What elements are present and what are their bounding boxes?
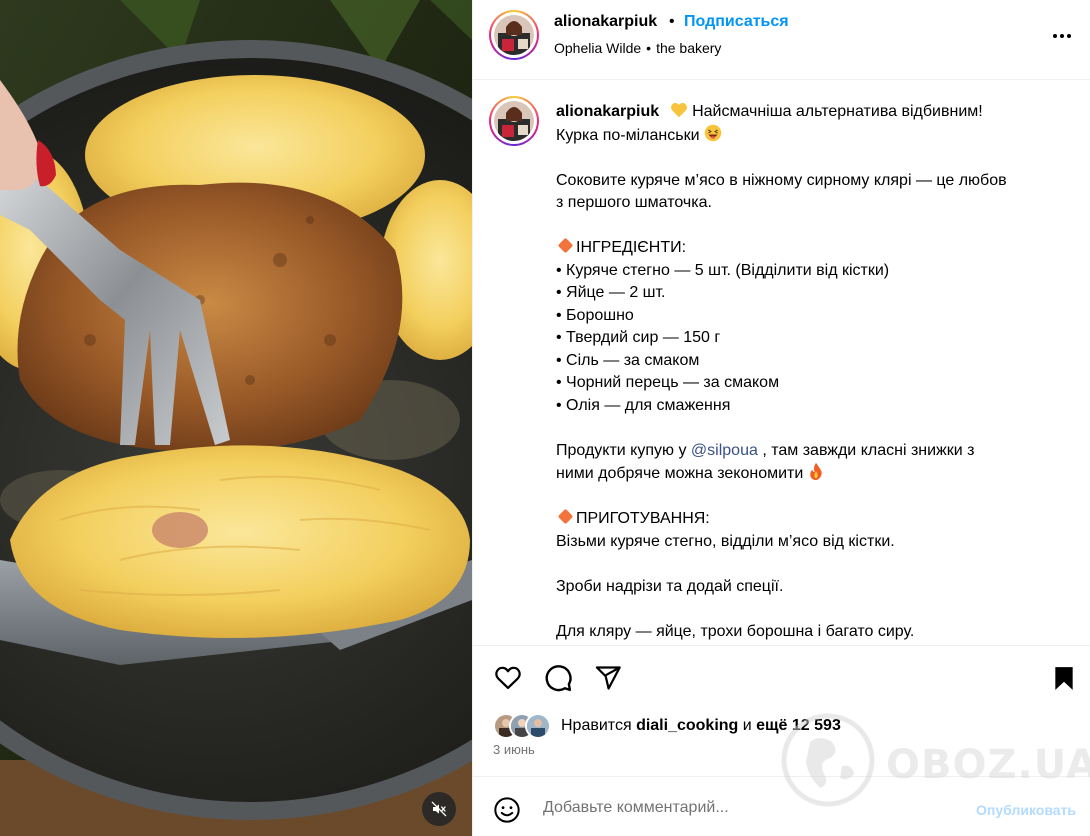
caption-headline: Найсмачніша альтернатива відбивним! bbox=[692, 103, 983, 120]
products-text-after: , там завжди класні знижки з bbox=[762, 441, 975, 459]
yellow-heart-icon bbox=[670, 102, 687, 118]
emoji-smile-icon bbox=[494, 797, 520, 823]
method-step: Візьми куряче стегно, відділи м’ясо від … bbox=[556, 532, 895, 550]
avatar-image bbox=[494, 15, 534, 55]
post-comment-button[interactable]: Опубликовать bbox=[976, 802, 1076, 818]
emoji-picker-button[interactable] bbox=[493, 796, 521, 824]
share-icon bbox=[595, 666, 621, 690]
like-button[interactable] bbox=[493, 663, 523, 693]
ingredient-item: • Куряче стегно — 5 шт. (Відділити від к… bbox=[556, 261, 890, 279]
author-username[interactable]: alionakarpiuk bbox=[554, 13, 657, 31]
likes-count[interactable]: ещё 12 593 bbox=[756, 717, 841, 734]
save-button[interactable] bbox=[1049, 663, 1079, 693]
post-date[interactable]: 3 июнь bbox=[493, 742, 535, 757]
food-photo bbox=[0, 0, 472, 836]
fire-icon bbox=[810, 462, 822, 480]
caption-intro-1: Соковите куряче м’ясо в ніжному сирному … bbox=[556, 171, 1007, 189]
ingredient-item: • Сіль — за смаком bbox=[556, 351, 700, 369]
audio-artist[interactable]: Ophelia Wilde bbox=[554, 40, 641, 56]
audio-info[interactable]: Ophelia Wilde • the bakery bbox=[554, 40, 721, 56]
comment-icon bbox=[545, 665, 572, 692]
post-caption: alionakarpiuk Найсмачніша альтернатива в… bbox=[473, 80, 1090, 645]
method-title-text: ПРИГОТУВАННЯ: bbox=[576, 510, 710, 527]
method-title: ПРИГОТУВАННЯ: bbox=[556, 508, 1036, 531]
follow-button[interactable]: Подписаться bbox=[684, 13, 789, 31]
liker-avatar bbox=[525, 713, 551, 739]
ingredient-item: • Олія — для смаження bbox=[556, 396, 731, 414]
post-media-video[interactable] bbox=[0, 0, 472, 836]
caption-dish-line: Курка по-міланськи bbox=[556, 124, 1036, 148]
more-options-button[interactable] bbox=[1050, 24, 1074, 48]
liker-username[interactable]: diali_cooking bbox=[636, 717, 738, 734]
laughing-face-icon bbox=[704, 124, 722, 141]
ingredients-title: ІНГРЕДІЄНТИ: bbox=[556, 237, 1036, 260]
ingredient-item: • Твердий сир — 150 г bbox=[556, 329, 721, 346]
action-bar bbox=[473, 645, 1090, 709]
more-horizontal-icon bbox=[1053, 34, 1071, 38]
method-step: Зроби надрізи та додай спеції. bbox=[556, 577, 784, 595]
avatar-image bbox=[494, 101, 534, 141]
ingredient-item: • Борошно bbox=[556, 306, 634, 324]
likes-prefix: Нравится bbox=[561, 717, 632, 734]
likes-text: Нравится diali_cooking и ещё 12 593 bbox=[561, 717, 841, 735]
ingredient-item: • Яйце — 2 шт. bbox=[556, 284, 666, 301]
method-step: Для кляру — яйце, трохи борошна і багато… bbox=[556, 622, 915, 640]
caption-author-avatar[interactable] bbox=[489, 96, 539, 146]
orange-diamond-icon bbox=[557, 508, 574, 525]
speaker-muted-icon bbox=[431, 801, 447, 817]
comment-button[interactable] bbox=[543, 663, 573, 693]
audio-separator: • bbox=[646, 40, 652, 56]
author-avatar[interactable] bbox=[489, 10, 539, 60]
post-header: alionakarpiuk • Подписаться Ophelia Wild… bbox=[473, 0, 1090, 80]
instagram-post-view: alionakarpiuk • Подписаться Ophelia Wild… bbox=[0, 0, 1090, 836]
caption-products-line: Продукти купую у @silpoua , там завжди к… bbox=[556, 440, 1036, 463]
likes-summary[interactable]: Нравится diali_cooking и ещё 12 593 bbox=[493, 712, 841, 740]
bookmark-icon bbox=[1055, 667, 1073, 690]
products-text-before: Продукти купую у bbox=[556, 441, 687, 459]
caption-first-line: alionakarpiuk Найсмачніша альтернатива в… bbox=[556, 101, 1036, 124]
caption-text: alionakarpiuk Найсмачніша альтернатива в… bbox=[556, 101, 1036, 643]
separator-dot: • bbox=[669, 13, 675, 30]
products-text-line2: ними добряче можна зекономити bbox=[556, 465, 804, 482]
caption-products-line-2: ними добряче можна зекономити bbox=[556, 462, 1036, 486]
likes-conjunction: и bbox=[742, 717, 752, 734]
post-details-panel: alionakarpiuk • Подписаться Ophelia Wild… bbox=[472, 0, 1090, 836]
orange-diamond-icon bbox=[557, 237, 574, 254]
share-button[interactable] bbox=[593, 663, 623, 693]
ingredient-item: • Чорний перець — за смаком bbox=[556, 374, 780, 391]
caption-dish-name: Курка по-міланськи bbox=[556, 126, 700, 144]
ingredients-title-text: ІНГРЕДІЄНТИ: bbox=[576, 239, 687, 256]
mention-link[interactable]: @silpoua bbox=[691, 442, 758, 459]
audio-track[interactable]: the bakery bbox=[656, 40, 721, 56]
comment-input[interactable] bbox=[543, 799, 943, 817]
heart-icon bbox=[495, 666, 521, 690]
caption-intro-2: з першого шматочка. bbox=[556, 194, 712, 211]
caption-username[interactable]: alionakarpiuk bbox=[556, 103, 659, 120]
mute-toggle-button[interactable] bbox=[422, 792, 456, 826]
comment-box: Опубликовать bbox=[473, 776, 1090, 836]
